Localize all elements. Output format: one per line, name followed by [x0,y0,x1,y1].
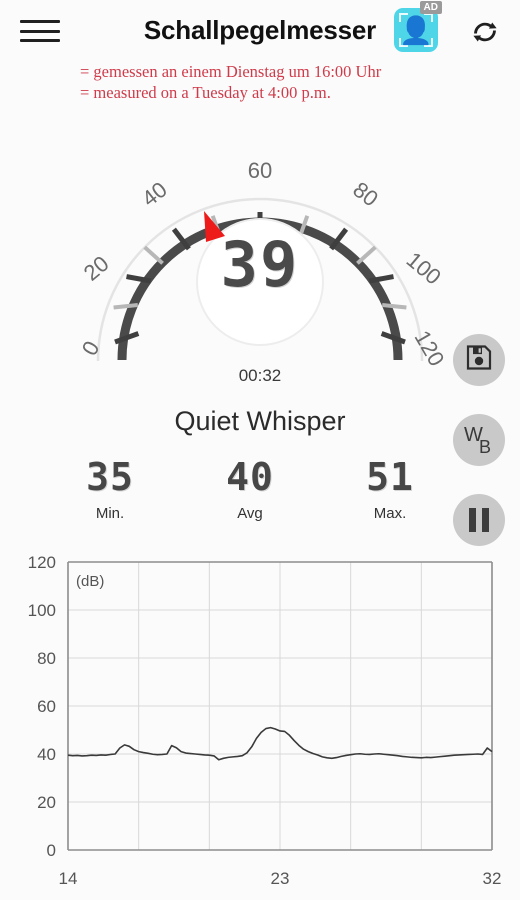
stat-avg-label: Avg [237,505,263,522]
measurement-annotation: = gemessen an einem Dienstag um 16:00 Uh… [80,62,381,103]
stat-min: 35 Min. [40,458,180,522]
stat-min-value: 35 [86,455,134,499]
save-button[interactable] [453,334,505,386]
person-icon: 👤 [399,15,433,46]
pause-icon [469,508,489,532]
stat-min-label: Min. [95,505,125,522]
gauge-tick-120: 120 [409,326,445,368]
elapsed-timer: 00:32 [238,366,282,385]
stat-max: 51 Max. [320,458,460,522]
chart-svg: 0 20 40 60 80 100 120 14 23 32 (dB) [28,553,502,888]
chart-y-tick-0: 0 [47,841,56,860]
statistics-row: 35 Min. 40 Avg 51 Max. [40,458,460,522]
chart-y-tick-40: 40 [37,745,56,764]
ad-banner-icon[interactable]: 👤 AD [394,1,442,52]
stat-max-value: 51 [366,455,414,499]
chart-gridlines [68,561,492,850]
annotation-line-en: = measured on a Tuesday at 4:00 p.m. [80,82,331,102]
sound-meter-app: Schallpegelmesser 👤 AD = gemessen an ein… [0,0,520,900]
chart-x-tick-32: 32 [483,869,502,888]
stat-avg-value: 40 [226,455,274,499]
chart-y-tick-120: 120 [28,553,56,572]
sound-level-history-chart: 0 20 40 60 80 100 120 14 23 32 (dB) [0,548,520,900]
chart-unit-label: (dB) [76,573,104,590]
pause-bar-2 [482,508,489,532]
chart-x-tick-14: 14 [59,869,78,888]
chart-y-tick-labels: 0 20 40 60 80 100 120 [28,553,56,860]
chart-y-tick-80: 80 [37,649,56,668]
app-header: Schallpegelmesser 👤 AD [0,0,520,62]
chart-y-tick-60: 60 [37,697,56,716]
current-level-value: 39 [220,228,300,301]
gauge-tick-40: 40 [137,177,172,212]
sound-description-label: Quiet Whisper [174,406,346,436]
chart-x-tick-23: 23 [271,869,290,888]
annotation-line-de: = gemessen an einem Dienstag um 16:00 Uh… [80,62,382,81]
sound-level-gauge: 0 20 40 60 80 100 120 39 [75,108,445,368]
stat-avg: 40 Avg [180,458,320,522]
ad-label: AD [419,1,442,14]
refresh-icon[interactable] [468,15,502,49]
weighting-button[interactable]: W B [453,414,505,466]
weighting-label-bottom: B [479,437,492,457]
pause-bar-1 [469,508,476,532]
gauge-tick-60: 60 [248,158,272,183]
chart-x-tick-labels: 14 23 32 [59,869,502,888]
page-title: Schallpegelmesser [143,15,377,45]
pause-button[interactable] [453,494,505,546]
gauge-tick-80: 80 [348,177,383,212]
stat-max-label: Max. [373,505,407,522]
chart-y-tick-20: 20 [37,793,56,812]
chart-y-tick-100: 100 [28,601,56,620]
floppy-disk-icon [466,345,492,376]
